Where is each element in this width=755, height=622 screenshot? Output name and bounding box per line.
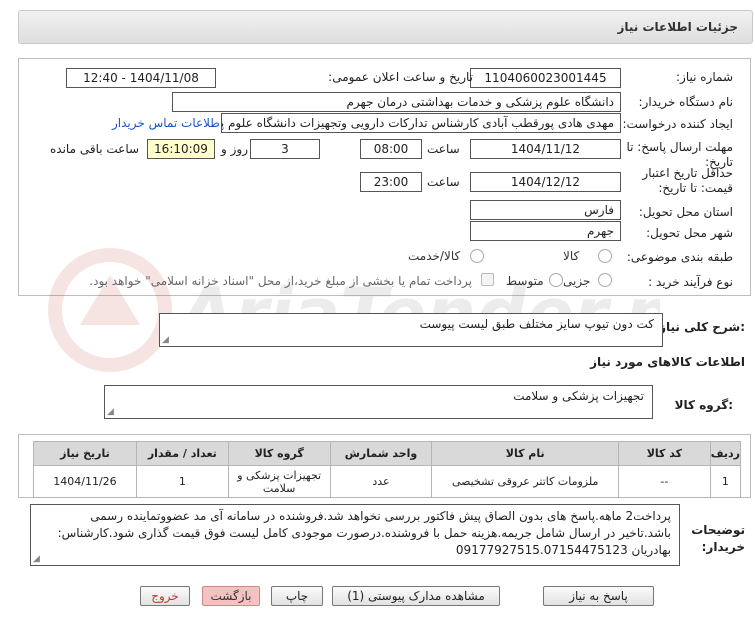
cell-unit: عدد bbox=[329, 465, 433, 498]
delivery-city-field: جهرم bbox=[470, 221, 621, 241]
announce-datetime-label: تاریخ و ساعت اعلان عمومی: bbox=[328, 70, 473, 84]
cell-item-name: ملزومات کاتتر عروقی تشخیصی bbox=[431, 465, 619, 498]
resize-grip-icon: ◢ bbox=[107, 407, 114, 417]
process-type-label: نوع فرآیند خرید : bbox=[648, 275, 733, 289]
general-description-label: شرح کلی نیاز: bbox=[659, 320, 745, 334]
delivery-province-field: فارس bbox=[470, 200, 621, 220]
resize-grip-icon: ◢ bbox=[162, 335, 169, 345]
items-table-panel: ردیف کد کالا نام کالا واحد شمارش گروه کا… bbox=[18, 434, 751, 498]
exit-button[interactable]: خروج bbox=[140, 586, 190, 606]
price-validity-time: 23:00 bbox=[360, 172, 422, 192]
cell-row-number: 1 bbox=[709, 465, 742, 498]
cell-need-date: 1404/11/26 bbox=[33, 465, 137, 498]
reply-deadline-time: 08:00 bbox=[360, 139, 422, 159]
table-header-row: ردیف کد کالا نام کالا واحد شمارش گروه کا… bbox=[33, 441, 742, 466]
back-button[interactable]: بازگشت bbox=[202, 586, 260, 606]
resize-grip-icon: ◢ bbox=[33, 554, 40, 564]
category-goods-label: کالا bbox=[563, 249, 580, 263]
cell-item-group: تجهیزات پزشکی و سلامت bbox=[227, 465, 331, 498]
days-remaining-field: 3 bbox=[250, 139, 320, 159]
process-small-label: جزیی bbox=[563, 274, 591, 288]
col-need-date: تاریخ نیاز bbox=[33, 441, 137, 466]
buyer-org-label: نام دستگاه خریدار: bbox=[638, 95, 734, 109]
treasury-payment-checkbox[interactable] bbox=[481, 273, 494, 286]
price-validity-date: 1404/12/12 bbox=[470, 172, 621, 192]
buyer-contact-link[interactable]: اطلاعات تماس خریدار bbox=[112, 116, 223, 130]
view-attachments-button[interactable]: مشاهده مدارک پیوستی (1) bbox=[332, 586, 500, 606]
buyer-org-field: دانشگاه علوم پزشکی و خدمات بهداشتی درمان… bbox=[172, 92, 621, 112]
process-medium-radio[interactable] bbox=[549, 273, 563, 287]
items-table: ردیف کد کالا نام کالا واحد شمارش گروه کا… bbox=[33, 441, 742, 498]
remaining-time-field: 16:10:09 bbox=[147, 139, 215, 159]
remaining-time-label: ساعت باقی مانده bbox=[50, 142, 140, 156]
goods-group-box: تجهیزات پزشکی و سلامت ◢ bbox=[104, 385, 653, 419]
col-item-name: نام کالا bbox=[431, 441, 619, 466]
table-row: 1 -- ملزومات کاتتر عروقی تشخیصی عدد تجهی… bbox=[33, 465, 742, 498]
page-header: جزئیات اطلاعات نیاز bbox=[18, 10, 753, 44]
process-small-radio[interactable] bbox=[598, 273, 612, 287]
requester-field: مهدی هادی پورقطب آبادی کارشناس تدارکات د… bbox=[221, 113, 621, 133]
print-button[interactable]: چاپ bbox=[271, 586, 323, 606]
goods-group-label: گروه کالا: bbox=[674, 398, 733, 412]
price-time-label: ساعت bbox=[427, 175, 460, 189]
need-details-page: جزئیات اطلاعات نیاز AriaTender.neT شماره… bbox=[0, 0, 755, 622]
category-goods-service-label: کالا/خدمت bbox=[408, 249, 461, 263]
buyer-notes-text: پرداخت2 ماهه.پاسخ های بدون الصاق پیش فاک… bbox=[57, 509, 671, 557]
general-description-text: کت دون تیوپ سایز مختلف طبق لیست پیوست bbox=[419, 317, 654, 331]
announce-datetime-field: 1404/11/08 - 12:40 bbox=[66, 68, 216, 88]
goods-group-text: تجهیزات پزشکی و سلامت bbox=[513, 389, 644, 403]
need-number-field: 1104060023001445 bbox=[470, 68, 621, 88]
delivery-province-label: استان محل تحویل: bbox=[638, 205, 733, 219]
process-medium-label: متوسط bbox=[506, 274, 544, 288]
goods-section-title: اطلاعات کالاهای مورد نیاز bbox=[590, 355, 745, 369]
category-goods-service-radio[interactable] bbox=[470, 249, 484, 263]
general-description-box: کت دون تیوپ سایز مختلف طبق لیست پیوست ◢ bbox=[159, 313, 663, 347]
buyer-notes-box: پرداخت2 ماهه.پاسخ های بدون الصاق پیش فاک… bbox=[30, 504, 680, 566]
reply-time-label: ساعت bbox=[427, 142, 460, 156]
col-row-number: ردیف bbox=[709, 441, 742, 466]
reply-button[interactable]: پاسخ به نیاز bbox=[543, 586, 654, 606]
buyer-notes-label: توضیحات خریدار: bbox=[691, 523, 745, 554]
col-unit: واحد شمارش bbox=[329, 441, 433, 466]
reply-deadline-date: 1404/11/12 bbox=[470, 139, 621, 159]
days-label: روز و bbox=[221, 142, 248, 156]
col-quantity: تعداد / مقدار bbox=[135, 441, 229, 466]
page-title: جزئیات اطلاعات نیاز bbox=[617, 20, 738, 34]
category-goods-radio[interactable] bbox=[598, 249, 612, 263]
need-number-label: شماره نیاز: bbox=[676, 70, 733, 84]
price-validity-label: حداقل تاریخ اعتبار قیمت: تا تاریخ: bbox=[642, 166, 733, 195]
treasury-payment-note: پرداخت تمام یا بخشی از مبلغ خرید،از محل … bbox=[89, 274, 472, 288]
category-label: طبقه بندی موضوعی: bbox=[626, 250, 733, 264]
col-item-group: گروه کالا bbox=[227, 441, 331, 466]
delivery-city-label: شهر محل تحویل: bbox=[646, 226, 733, 240]
cell-item-code: -- bbox=[617, 465, 711, 498]
cell-quantity: 1 bbox=[135, 465, 229, 498]
requester-label: ایجاد کننده درخواست: bbox=[622, 117, 733, 131]
col-item-code: کد کالا bbox=[617, 441, 711, 466]
